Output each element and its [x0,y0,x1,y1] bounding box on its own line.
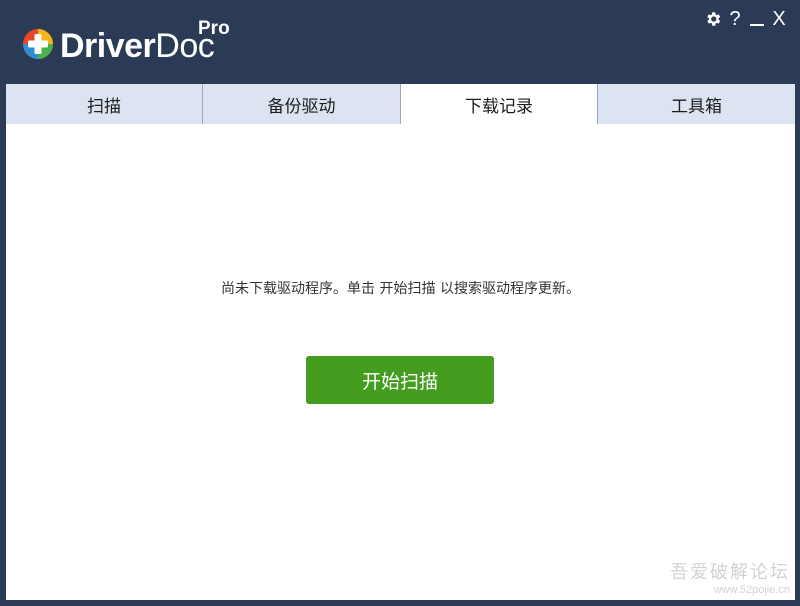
title-bar: DriverDoc Pro ? X [0,0,800,84]
brand-driver: Driver [60,27,156,65]
watermark-title: 吾爱破解论坛 [670,562,790,583]
start-scan-button[interactable]: 开始扫描 [306,356,494,404]
gear-icon [707,12,721,26]
app-brand-name: DriverDoc [60,24,215,68]
settings-button[interactable] [702,8,724,30]
help-button[interactable]: ? [724,8,746,30]
close-button[interactable]: X [768,8,790,30]
minimize-button[interactable] [746,8,768,30]
download-history-panel: 尚未下载驱动程序。单击 开始扫描 以搜索驱动程序更新。 开始扫描 [6,124,795,600]
window-controls: ? X [702,8,790,30]
tab-bar: 扫描 备份驱动 下载记录 工具箱 [6,84,795,124]
watermark-url: www.52pojie.cn [713,584,790,596]
driverdoc-logo-icon [23,29,53,59]
empty-state-message: 尚未下载驱动程序。单击 开始扫描 以搜索驱动程序更新。 [221,281,580,297]
minimize-icon [750,24,764,26]
watermark: 吾爱破解论坛 www.52pojie.cn [670,558,790,596]
brand-pro-badge: Pro [198,18,230,39]
tab-scan[interactable]: 扫描 [6,84,203,124]
tab-backup-drivers[interactable]: 备份驱动 [203,84,401,124]
tab-toolbox[interactable]: 工具箱 [598,84,795,124]
tab-download-history[interactable]: 下载记录 [401,84,598,124]
